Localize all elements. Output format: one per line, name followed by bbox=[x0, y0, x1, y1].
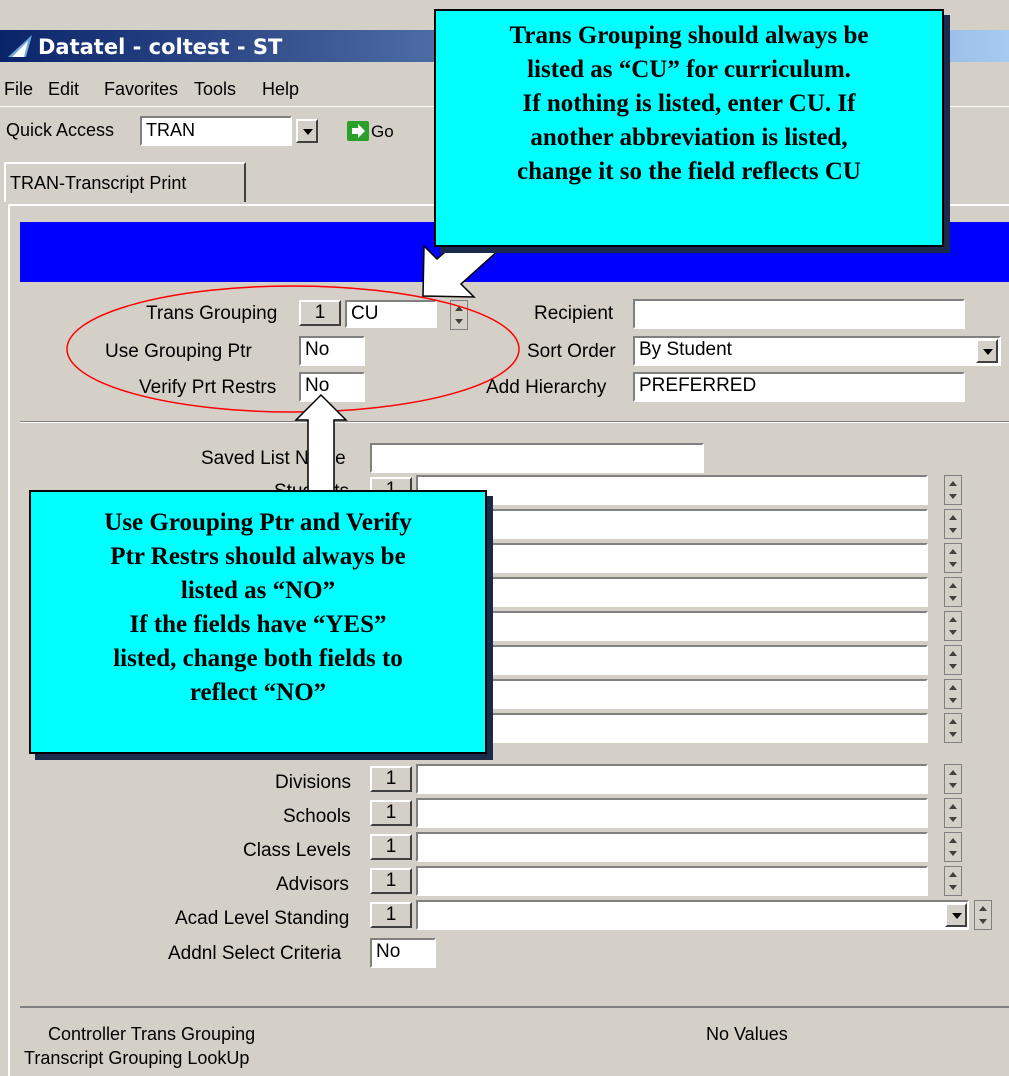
bottom-callout: Use Grouping Ptr and Verify Ptr Restrs s… bbox=[29, 490, 487, 754]
top-callout-line: change it so the field reflects CU bbox=[517, 158, 861, 185]
bottom-callout-line: reflect “NO” bbox=[189, 679, 327, 706]
bottom-callout-line: listed, change both fields to bbox=[113, 645, 403, 672]
bottom-callout-line: If the fields have “YES” bbox=[129, 611, 387, 638]
highlight-ellipse bbox=[66, 285, 520, 413]
top-callout-line: listed as “CU” for curriculum. bbox=[527, 56, 851, 83]
bottom-callout-line: Use Grouping Ptr and Verify bbox=[104, 509, 412, 536]
bottom-callout-line: listed as “NO” bbox=[180, 577, 336, 604]
top-callout-line: Trans Grouping should always be bbox=[509, 22, 869, 49]
bottom-callout-arrow bbox=[294, 393, 348, 493]
top-callout-line: another abbreviation is listed, bbox=[530, 124, 848, 151]
bottom-callout-line: Ptr Restrs should always be bbox=[110, 543, 406, 570]
top-callout: Trans Grouping should always be listed a… bbox=[434, 9, 944, 247]
top-callout-line: If nothing is listed, enter CU. If bbox=[522, 90, 856, 117]
